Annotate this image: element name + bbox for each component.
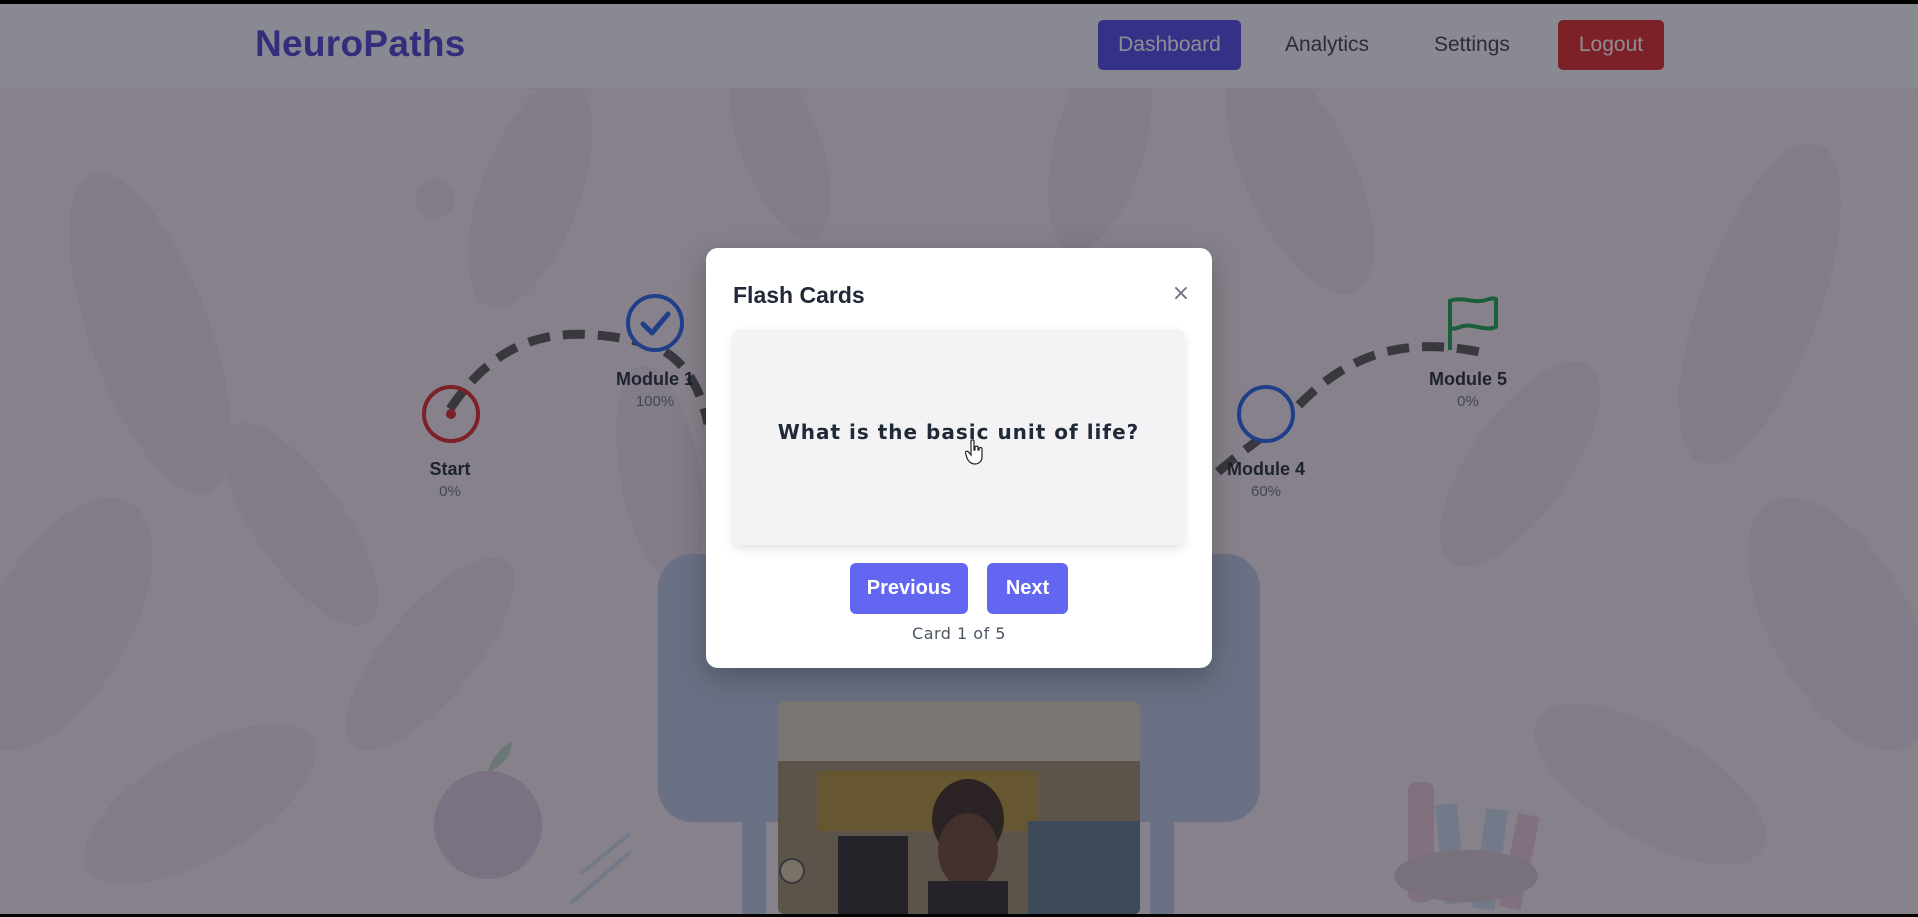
card-counter: Card 1 of 5 (912, 624, 1006, 643)
modal-title: Flash Cards (733, 282, 865, 308)
flash-cards-modal: Flash Cards × What is the basic unit of … (706, 248, 1212, 668)
flash-card-question: What is the basic unit of life? (777, 420, 1140, 444)
flash-card[interactable]: What is the basic unit of life? (733, 329, 1184, 545)
app-window: Start 0% Module 1 100% Module 4 60% Modu… (0, 4, 1918, 914)
close-icon[interactable]: × (1167, 280, 1195, 308)
hand-cursor-icon (965, 439, 983, 465)
previous-button[interactable]: Previous (850, 563, 968, 614)
next-button[interactable]: Next (987, 563, 1068, 614)
